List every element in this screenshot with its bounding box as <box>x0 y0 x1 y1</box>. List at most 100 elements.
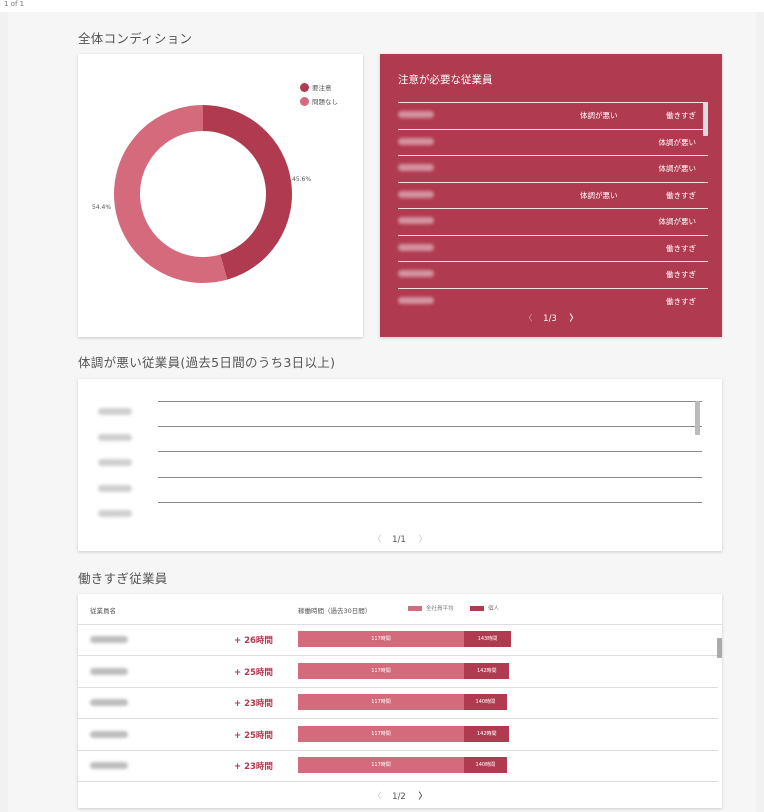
sick-scrollbar[interactable] <box>695 401 700 435</box>
overwork-row[interactable]: + 23時間 117時間 140時間 <box>78 687 718 719</box>
condition-tag: 働きすぎ <box>666 111 696 120</box>
col-header-name: 従業員名 <box>90 607 116 615</box>
sick-prev-button[interactable]: 〈 <box>373 535 382 545</box>
legend-swatch-ind <box>470 605 484 611</box>
legend-swatch-caution <box>300 82 309 92</box>
sick-section-title: 体調が悪い従業員(過去5日間のうち3日以上) <box>78 355 336 370</box>
employee-name-blurred <box>398 217 434 224</box>
employee-name-blurred <box>398 296 434 304</box>
pct-label-caution: 45.6% <box>292 176 312 183</box>
overwork-scrollbar[interactable] <box>717 638 722 658</box>
sick-employees-card: 〈 1/1 〉 <box>78 379 722 551</box>
sick-next-button[interactable]: 〉 <box>419 535 428 545</box>
hours-diff: + 25時間 <box>234 730 273 741</box>
bar-individual: 142時間 <box>464 662 510 679</box>
attention-employees-card: 注意が必要な従業員 体調が悪い 働きすぎ 体調が悪い 体調が悪い 体調が悪い 働きすぎ 体調… <box>380 54 722 337</box>
sick-row[interactable] <box>98 452 702 478</box>
legend-item-ind: 個人 <box>470 604 499 612</box>
attention-next-button[interactable]: 〉 <box>570 314 579 324</box>
row-divider <box>158 401 702 402</box>
legend-label-ind: 個人 <box>488 606 500 612</box>
condition-tag: 体調が悪い <box>580 111 618 120</box>
employee-name-blurred <box>398 190 434 198</box>
hours-diff: + 23時間 <box>234 762 273 772</box>
attention-row[interactable]: 体調が悪い <box>398 208 708 235</box>
condition-tag: 体調が悪い <box>658 164 697 173</box>
attention-page-indicator: 1/3 <box>543 314 557 324</box>
employee-name-blurred <box>90 667 128 675</box>
top-strip-text: 1 of 1 <box>4 0 25 8</box>
hours-diff: + 25時間 <box>234 667 273 678</box>
attention-row[interactable]: 体調が悪い <box>398 155 708 182</box>
overwork-employees-card: 従業員名 稼働時間（過去30日間） 全社員平均 個人 + 26時間 117時間 14… <box>78 594 722 808</box>
sick-row[interactable] <box>98 503 702 529</box>
condition-tag: 働きすぎ <box>666 270 696 279</box>
attention-row[interactable]: 体調が悪い 働きすぎ <box>398 102 708 129</box>
condition-tag: 体調が悪い <box>658 217 697 226</box>
employee-name-blurred <box>90 762 128 769</box>
employee-name-blurred <box>90 636 128 643</box>
bar-individual: 142時間 <box>464 725 510 742</box>
overwork-page-indicator: 1/2 <box>392 792 406 802</box>
employee-name-blurred <box>398 111 434 118</box>
employee-name-blurred <box>398 270 434 277</box>
bar-company-average: 117時間 <box>298 694 464 710</box>
donut-slice-ok[interactable] <box>114 105 228 283</box>
employee-name-blurred <box>98 510 132 517</box>
employee-name-blurred <box>98 459 132 466</box>
employee-name-blurred <box>98 408 132 415</box>
sick-page-indicator: 1/1 <box>392 535 406 545</box>
employee-name-blurred <box>90 699 128 706</box>
bar-individual: 140時間 <box>464 694 507 710</box>
legend-label-avg: 全社員平均 <box>426 606 454 612</box>
legend-label-ok: 問題なし <box>312 98 338 106</box>
attention-card-title: 注意が必要な従業員 <box>398 74 493 86</box>
attention-row[interactable]: 働きすぎ <box>398 234 708 262</box>
legend-item-avg: 全社員平均 <box>408 604 454 612</box>
bar-individual: 143時間 <box>464 631 511 647</box>
attention-row[interactable]: 体調が悪い 働きすぎ <box>398 181 708 209</box>
overwork-next-button[interactable]: 〉 <box>419 792 428 802</box>
employee-name-blurred <box>98 433 132 441</box>
pct-label-ok: 54.4% <box>92 204 112 211</box>
overwork-row[interactable]: + 25時間 117時間 142時間 <box>78 719 718 751</box>
overwork-prev-button[interactable]: 〈 <box>373 792 382 802</box>
overwork-row[interactable]: + 26時間 117時間 143時間 <box>78 624 718 656</box>
overwork-row[interactable]: + 25時間 117時間 142時間 <box>78 656 718 688</box>
legend-swatch-avg <box>408 605 422 611</box>
condition-tag: 働きすぎ <box>666 243 696 253</box>
overall-condition-card: 要注意 問題なし 45.6% 54.4% <box>78 54 363 337</box>
overwork-pager: 〈 1/2 〉 <box>78 790 722 802</box>
legend-item-caution: 要注意 <box>300 82 338 92</box>
employee-name-blurred <box>98 484 132 492</box>
bar-company-average: 117時間 <box>298 757 464 773</box>
attention-list: 体調が悪い 働きすぎ 体調が悪い 体調が悪い 体調が悪い 働きすぎ 体調が悪い 働きすぎ 働きす… <box>398 102 708 314</box>
overwork-section-title: 働きすぎ従業員 <box>78 571 168 586</box>
attention-row[interactable]: 働きすぎ <box>398 261 708 288</box>
top-strip: 1 of 1 <box>0 0 764 12</box>
bar-company-average: 117時間 <box>298 631 464 647</box>
employee-name-blurred <box>398 164 434 171</box>
dashboard-page: 全体コンディション 要注意 問題なし 45.6% 54.4% 注意が必要な従業員… <box>8 12 756 812</box>
sick-row[interactable] <box>98 401 702 427</box>
sick-row[interactable] <box>98 478 702 503</box>
sick-row[interactable] <box>98 427 702 452</box>
bar-individual: 140時間 <box>464 757 507 773</box>
condition-tag: 働きすぎ <box>666 296 696 306</box>
legend-item-ok: 問題なし <box>300 96 338 106</box>
overwork-row[interactable]: + 23時間 117時間 140時間 <box>78 750 718 782</box>
hours-diff: + 23時間 <box>234 699 273 709</box>
overall-section-title: 全体コンディション <box>78 31 193 46</box>
attention-scrollbar[interactable] <box>703 102 708 136</box>
attention-row[interactable]: 体調が悪い <box>398 128 708 156</box>
bar-company-average: 117時間 <box>298 662 464 679</box>
donut-slice-caution[interactable] <box>202 105 292 280</box>
employee-name-blurred <box>90 730 128 738</box>
attention-prev-button[interactable]: 〈 <box>524 314 533 324</box>
condition-tag: 働きすぎ <box>666 190 696 200</box>
sick-list <box>98 401 702 529</box>
legend-swatch-ok <box>300 96 309 106</box>
attention-row[interactable]: 働きすぎ <box>398 287 708 315</box>
employee-name-blurred <box>398 243 434 251</box>
sick-pager: 〈 1/1 〉 <box>78 533 722 545</box>
